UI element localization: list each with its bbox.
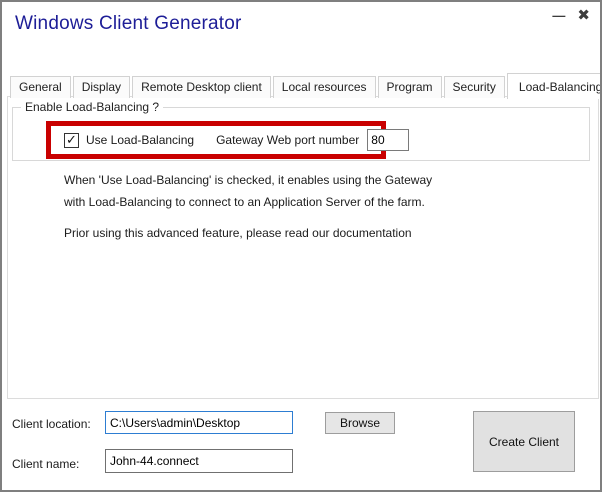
client-name-input[interactable] xyxy=(105,449,293,473)
window-controls: — ✖ xyxy=(552,8,590,23)
load-balancing-description: When 'Use Load-Balancing' is checked, it… xyxy=(64,169,432,244)
description-line-3: Prior using this advanced feature, pleas… xyxy=(64,222,432,244)
use-load-balancing-checkbox[interactable]: ✓ xyxy=(64,133,79,148)
browse-button-label: Browse xyxy=(340,416,380,430)
tab-remote-desktop-client[interactable]: Remote Desktop client xyxy=(132,76,271,98)
browse-button[interactable]: Browse xyxy=(325,412,395,434)
description-line-1: When 'Use Load-Balancing' is checked, it… xyxy=(64,169,432,191)
description-line-2: with Load-Balancing to connect to an App… xyxy=(64,191,432,213)
groupbox-title: Enable Load-Balancing ? xyxy=(21,100,163,114)
red-highlight-annotation: ✓ Use Load-Balancing Gateway Web port nu… xyxy=(46,121,386,159)
tab-local-resources[interactable]: Local resources xyxy=(273,76,376,98)
tab-general[interactable]: General xyxy=(10,76,71,98)
windows-client-generator-dialog: Windows Client Generator — ✖ General Dis… xyxy=(0,0,602,492)
tab-program[interactable]: Program xyxy=(378,76,442,98)
minimize-icon: — xyxy=(552,8,565,23)
client-location-input[interactable] xyxy=(105,411,293,434)
checkmark-icon: ✓ xyxy=(66,133,77,146)
create-client-button[interactable]: Create Client xyxy=(473,411,575,472)
minimize-button[interactable]: — xyxy=(552,9,565,22)
load-balancing-tab-panel: Enable Load-Balancing ? ✓ Use Load-Balan… xyxy=(7,96,599,399)
tab-security[interactable]: Security xyxy=(444,76,505,98)
tab-display[interactable]: Display xyxy=(73,76,130,98)
tab-bar: General Display Remote Desktop client Lo… xyxy=(10,73,602,98)
gateway-web-port-input[interactable] xyxy=(367,129,409,151)
client-name-label: Client name: xyxy=(12,457,79,471)
close-icon: ✖ xyxy=(577,7,590,24)
close-button[interactable]: ✖ xyxy=(577,8,590,23)
client-location-label: Client location: xyxy=(12,417,91,431)
create-client-button-label: Create Client xyxy=(489,435,559,449)
page-title: Windows Client Generator xyxy=(15,13,242,35)
gateway-web-port-label: Gateway Web port number xyxy=(216,133,359,147)
tab-load-balancing[interactable]: Load-Balancing xyxy=(507,73,602,99)
use-load-balancing-label: Use Load-Balancing xyxy=(86,133,194,147)
